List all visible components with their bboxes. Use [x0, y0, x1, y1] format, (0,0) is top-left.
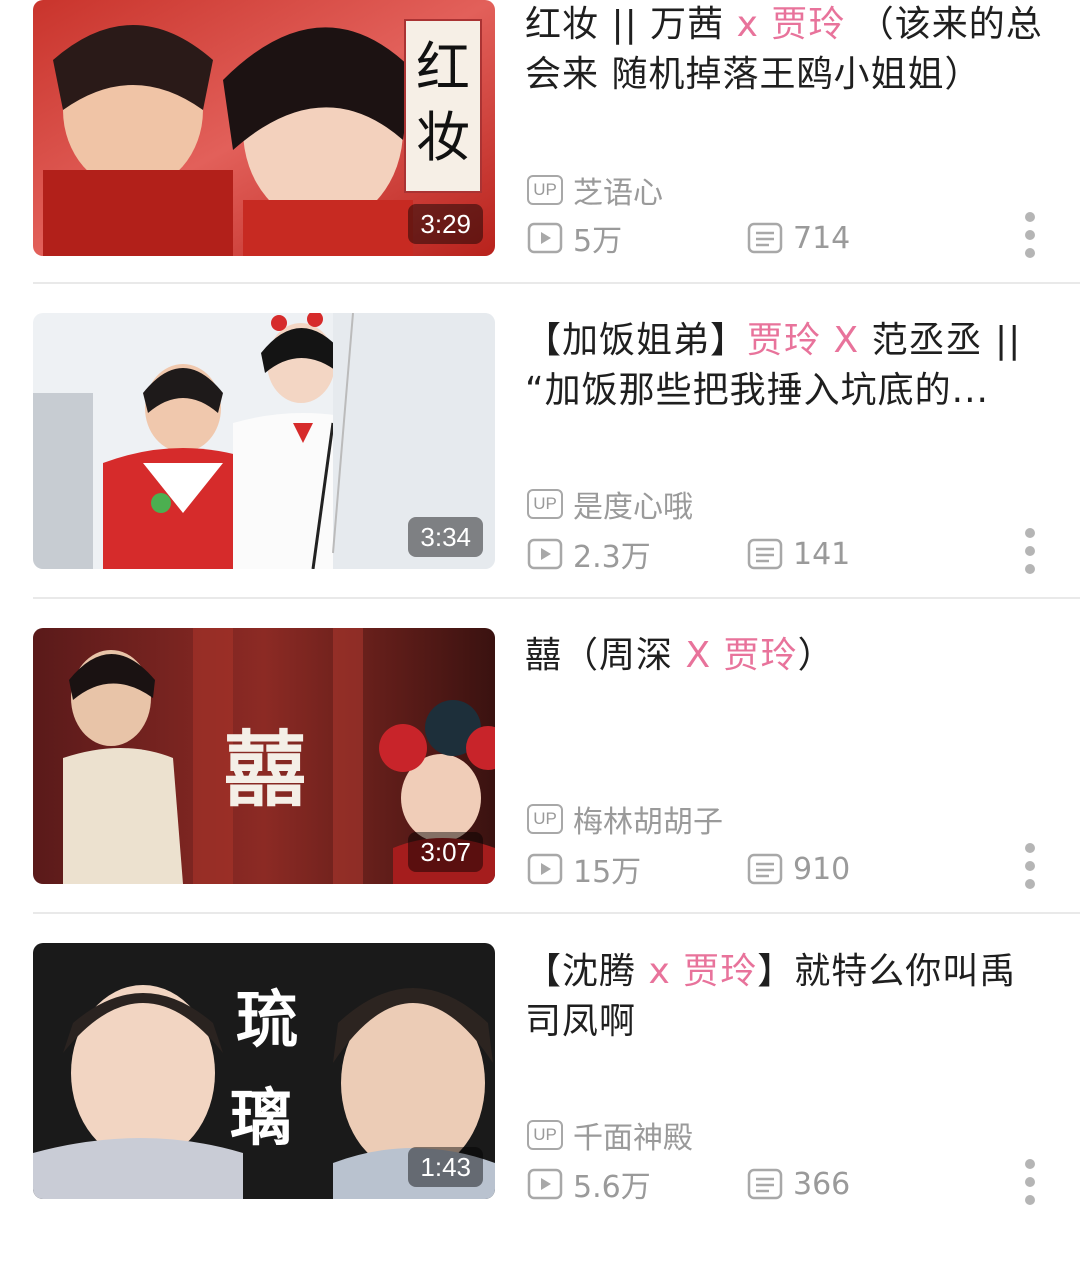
- danmaku-icon: [747, 1168, 783, 1200]
- up-badge-icon: UP: [527, 489, 563, 519]
- video-item[interactable]: 琉 璃 1:43 【沈腾 x 贾玲】就特么你叫禹司凤啊 UP 千面神殿 5.6万: [0, 943, 1080, 1263]
- more-vertical-icon[interactable]: [1020, 1158, 1040, 1206]
- danmaku-count: 366: [793, 1166, 851, 1202]
- thumbnail-caption-char: 囍: [224, 722, 306, 818]
- thumbnail-caption-char: 琉: [236, 983, 298, 1056]
- up-badge-icon: UP: [527, 1120, 563, 1150]
- divider: [33, 912, 1080, 914]
- more-vertical-icon[interactable]: [1020, 211, 1040, 259]
- thumbnail-caption-char: 璃: [230, 1081, 292, 1154]
- video-title[interactable]: 红妆 || 万茜 x 贾玲 （该来的总会来 随机掉落王鸥小姐姐）: [525, 0, 1045, 100]
- danmaku-icon: [747, 222, 783, 254]
- video-item[interactable]: 3:34 【加饭姐弟】贾玲 X 范丞丞 || “加饭那些把我捶入坑底的... U…: [0, 313, 1080, 632]
- thumbnail-caption-char: 妆: [416, 106, 470, 169]
- danmaku-count: 910: [793, 851, 851, 887]
- play-count: 2.3万: [573, 540, 651, 575]
- play-count-icon: [527, 538, 563, 570]
- danmaku-count: 141: [793, 536, 851, 572]
- play-count: 5万: [573, 224, 623, 259]
- video-title[interactable]: 囍（周深 X 贾玲）: [525, 631, 1045, 681]
- video-duration: 3:34: [408, 517, 483, 557]
- stats-row: 5.6万 366: [527, 1162, 850, 1206]
- play-count: 15万: [573, 855, 642, 890]
- video-duration: 3:29: [408, 204, 483, 244]
- danmaku-count: 714: [793, 220, 851, 256]
- video-item[interactable]: 囍 3:07 囍（周深 X 贾玲） UP 梅林胡胡子 15万 910: [0, 628, 1080, 947]
- uploader-name: 千面神殿: [573, 1121, 693, 1156]
- play-count: 5.6万: [573, 1170, 651, 1205]
- stats-row: 2.3万 141: [527, 532, 850, 576]
- video-thumbnail[interactable]: 红 妆 3:29: [33, 0, 495, 256]
- uploader-name: 是度心哦: [573, 490, 693, 525]
- video-title[interactable]: 【沈腾 x 贾玲】就特么你叫禹司凤啊: [525, 947, 1045, 1047]
- up-badge-icon: UP: [527, 175, 563, 205]
- video-duration: 1:43: [408, 1147, 483, 1187]
- video-item[interactable]: 红 妆 3:29 红妆 || 万茜 x 贾玲 （该来的总会来 随机掉落王鸥小姐姐…: [0, 0, 1080, 316]
- uploader-row[interactable]: UP 芝语心: [527, 168, 663, 212]
- uploader-row[interactable]: UP 是度心哦: [527, 482, 693, 526]
- video-thumbnail[interactable]: 琉 璃 1:43: [33, 943, 495, 1199]
- divider: [33, 282, 1080, 284]
- uploader-row[interactable]: UP 千面神殿: [527, 1113, 693, 1157]
- more-vertical-icon[interactable]: [1020, 842, 1040, 890]
- video-duration: 3:07: [408, 832, 483, 872]
- up-badge-icon: UP: [527, 804, 563, 834]
- danmaku-icon: [747, 853, 783, 885]
- stats-row: 15万 910: [527, 847, 850, 891]
- danmaku-icon: [747, 538, 783, 570]
- uploader-row[interactable]: UP 梅林胡胡子: [527, 797, 723, 841]
- play-count-icon: [527, 222, 563, 254]
- play-count-icon: [527, 1168, 563, 1200]
- play-count-icon: [527, 853, 563, 885]
- video-title[interactable]: 【加饭姐弟】贾玲 X 范丞丞 || “加饭那些把我捶入坑底的...: [525, 316, 1045, 416]
- video-thumbnail[interactable]: 囍 3:07: [33, 628, 495, 884]
- uploader-name: 芝语心: [573, 176, 663, 211]
- thumbnail-caption-char: 红: [416, 36, 470, 99]
- more-vertical-icon[interactable]: [1020, 527, 1040, 575]
- uploader-name: 梅林胡胡子: [573, 805, 723, 840]
- divider: [33, 597, 1080, 599]
- stats-row: 5万 714: [527, 216, 850, 260]
- video-thumbnail[interactable]: 3:34: [33, 313, 495, 569]
